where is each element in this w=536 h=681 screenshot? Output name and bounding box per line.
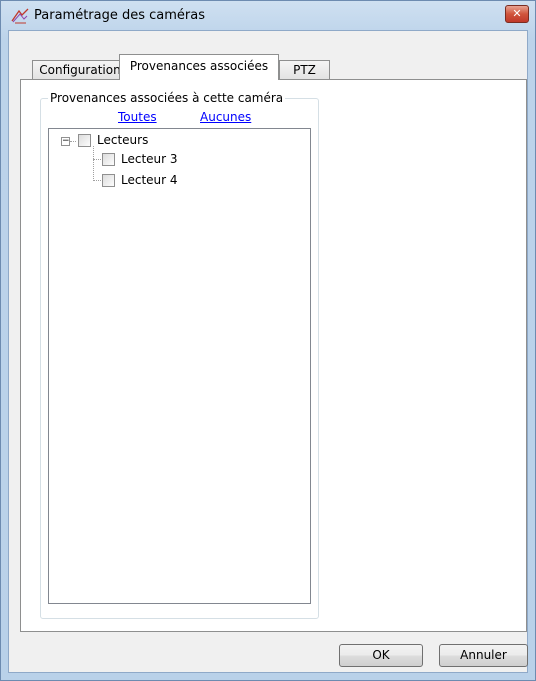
tab-ptz-label: PTZ bbox=[293, 63, 316, 77]
lecteur-3-checkbox[interactable] bbox=[102, 153, 115, 166]
tree-connector-vertical bbox=[93, 146, 94, 181]
tab-provenances-label: Provenances associées bbox=[129, 59, 269, 73]
provenances-tree[interactable]: − Lecteurs Lecteur 3 Lecteur 4 bbox=[48, 128, 311, 604]
groupbox-legend: Provenances associées à cette caméra bbox=[48, 91, 286, 105]
lecteurs-checkbox[interactable] bbox=[78, 134, 91, 147]
select-none-link[interactable]: Aucunes bbox=[200, 110, 251, 124]
collapse-icon[interactable]: − bbox=[61, 137, 70, 146]
title-bar[interactable]: Paramétrage des caméras ✕ bbox=[1, 1, 535, 31]
tree-node-lecteur-3[interactable]: Lecteur 3 bbox=[121, 152, 178, 166]
tab-configuration-label: Configuration bbox=[39, 63, 121, 77]
tree-connector-root bbox=[70, 141, 76, 142]
tree-connector-child-1 bbox=[93, 159, 101, 160]
camera-settings-icon bbox=[10, 7, 30, 25]
tree-node-lecteurs[interactable]: Lecteurs bbox=[97, 133, 148, 147]
tree-connector-child-2 bbox=[93, 180, 101, 181]
cancel-button[interactable]: Annuler bbox=[439, 644, 528, 667]
window-title: Paramétrage des caméras bbox=[34, 8, 205, 23]
select-all-link[interactable]: Toutes bbox=[118, 110, 157, 124]
tab-provenances-associees[interactable]: Provenances associées bbox=[119, 54, 279, 80]
tab-configuration[interactable]: Configuration bbox=[32, 60, 128, 79]
lecteur-4-checkbox[interactable] bbox=[102, 174, 115, 187]
close-button[interactable]: ✕ bbox=[505, 5, 529, 23]
ok-button[interactable]: OK bbox=[339, 644, 423, 667]
tree-node-lecteur-4[interactable]: Lecteur 4 bbox=[121, 173, 178, 187]
close-icon: ✕ bbox=[512, 7, 522, 20]
tab-ptz[interactable]: PTZ bbox=[279, 60, 330, 79]
